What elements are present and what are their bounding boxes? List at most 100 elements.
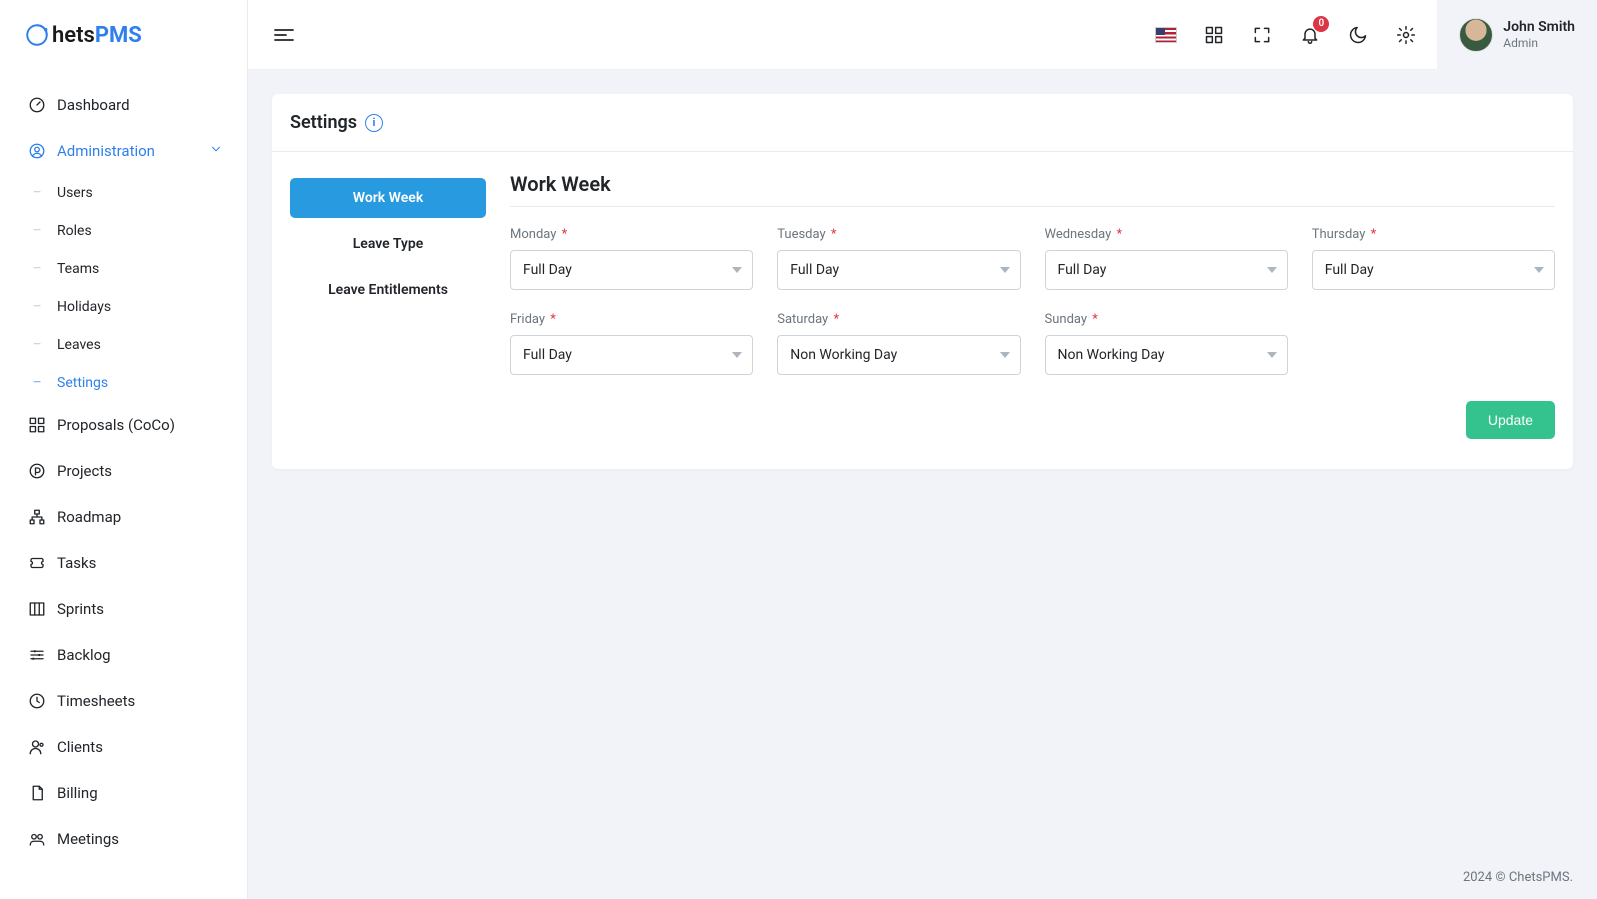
tab-label: Leave Type [353, 236, 424, 252]
notifications-button[interactable]: 0 [1299, 24, 1321, 46]
sidebar-sub-settings[interactable]: – Settings [0, 364, 247, 402]
brand-suffix: PMS [95, 23, 142, 48]
sidebar-sub-label: Users [57, 185, 93, 201]
settings-card: Settings i Work Week Leave Type Leave En… [272, 94, 1573, 469]
select-saturday[interactable]: Non Working Day [777, 335, 1020, 375]
work-week-panel: Work Week Monday * Full Day [510, 172, 1555, 439]
brand-mid: hets [52, 23, 95, 48]
required-mark: * [1371, 227, 1377, 242]
p-circle-icon [27, 462, 47, 480]
sidebar-sub-label: Roles [57, 223, 92, 239]
sidebar-item-timesheets[interactable]: Timesheets [0, 678, 247, 724]
select-value: Full Day [790, 262, 839, 278]
sidebar-item-backlog[interactable]: Backlog [0, 632, 247, 678]
sidebar-item-roadmap[interactable]: Roadmap [0, 494, 247, 540]
sidebar-sub-users[interactable]: – Users [0, 174, 247, 212]
required-mark: * [833, 312, 839, 327]
info-icon[interactable]: i [365, 114, 383, 132]
main-column: 0 John Smith Admin Settings [248, 0, 1597, 899]
sidebar-item-label: Timesheets [57, 692, 223, 710]
sidebar-item-meetings[interactable]: Meetings [0, 816, 247, 862]
field-wednesday: Wednesday * Full Day [1045, 227, 1288, 290]
sidebar-item-label: Billing [57, 784, 223, 802]
content-area: Settings i Work Week Leave Type Leave En… [248, 70, 1597, 899]
sidebar-sub-label: Holidays [57, 299, 111, 315]
sidebar-sub-teams[interactable]: – Teams [0, 250, 247, 288]
tab-work-week[interactable]: Work Week [290, 178, 486, 218]
chevron-down-icon [209, 142, 223, 160]
field-tuesday: Tuesday * Full Day [777, 227, 1020, 290]
sidebar-sub-holidays[interactable]: – Holidays [0, 288, 247, 326]
sliders-icon [27, 646, 47, 664]
select-friday[interactable]: Full Day [510, 335, 753, 375]
button-label: Update [1488, 412, 1533, 428]
user-icon [27, 738, 47, 756]
topbar: 0 John Smith Admin [248, 0, 1597, 70]
tab-leave-type[interactable]: Leave Type [290, 224, 486, 264]
select-sunday[interactable]: Non Working Day [1045, 335, 1288, 375]
logo-mark-icon [24, 22, 50, 48]
required-mark: * [562, 227, 568, 242]
required-mark: * [550, 312, 556, 327]
update-button[interactable]: Update [1466, 401, 1555, 439]
field-saturday: Saturday * Non Working Day [777, 312, 1020, 375]
user-menu[interactable]: John Smith Admin [1437, 0, 1597, 70]
sidebar-item-tasks[interactable]: Tasks [0, 540, 247, 586]
sidebar-item-projects[interactable]: Projects [0, 448, 247, 494]
sidebar-item-label: Dashboard [57, 96, 223, 114]
columns-icon [27, 600, 47, 618]
card-header: Settings i [272, 94, 1573, 152]
sidebar-item-administration[interactable]: Administration [0, 128, 247, 174]
sidebar-item-dashboard[interactable]: Dashboard [0, 82, 247, 128]
field-monday: Monday * Full Day [510, 227, 753, 290]
select-value: Full Day [1325, 262, 1374, 278]
sidebar-item-clients[interactable]: Clients [0, 724, 247, 770]
sidebar-item-billing[interactable]: Billing [0, 770, 247, 816]
sidebar-sub-label: Teams [57, 261, 99, 277]
brand-logo[interactable]: hetsPMS [0, 0, 247, 70]
sidebar-item-sprints[interactable]: Sprints [0, 586, 247, 632]
panel-actions: Update [510, 401, 1555, 439]
panel-title: Work Week [510, 172, 1555, 196]
file-icon [27, 784, 47, 802]
moon-icon [1348, 25, 1368, 45]
dash-icon: – [27, 261, 47, 277]
select-monday[interactable]: Full Day [510, 250, 753, 290]
user-name: John Smith [1503, 19, 1575, 36]
sidebar-item-label: Clients [57, 738, 223, 756]
dash-icon: – [27, 299, 47, 315]
sidebar-sub-roles[interactable]: – Roles [0, 212, 247, 250]
sidebar-sub-leaves[interactable]: – Leaves [0, 326, 247, 364]
field-label: Friday * [510, 312, 753, 327]
caret-down-icon [1267, 267, 1277, 273]
field-sunday: Sunday * Non Working Day [1045, 312, 1288, 375]
select-tuesday[interactable]: Full Day [777, 250, 1020, 290]
sidebar-item-label: Roadmap [57, 508, 223, 526]
apps-grid-icon [1204, 25, 1224, 45]
people-icon [27, 830, 47, 848]
settings-button[interactable] [1395, 24, 1417, 46]
required-mark: * [1117, 227, 1123, 242]
caret-down-icon [732, 352, 742, 358]
language-button[interactable] [1155, 24, 1177, 46]
tab-leave-entitlements[interactable]: Leave Entitlements [290, 270, 486, 310]
apps-button[interactable] [1203, 24, 1225, 46]
select-thursday[interactable]: Full Day [1312, 250, 1555, 290]
fullscreen-button[interactable] [1251, 24, 1273, 46]
caret-down-icon [1000, 267, 1010, 273]
settings-tabs: Work Week Leave Type Leave Entitlements [290, 178, 486, 439]
menu-toggle-button[interactable] [272, 23, 296, 47]
field-thursday: Thursday * Full Day [1312, 227, 1555, 290]
notification-badge: 0 [1313, 16, 1329, 32]
flag-us-icon [1155, 27, 1177, 43]
sidebar-item-proposals[interactable]: Proposals (CoCo) [0, 402, 247, 448]
footer-text: 2024 © ChetsPMS. [1463, 870, 1573, 885]
required-mark: * [831, 227, 837, 242]
select-wednesday[interactable]: Full Day [1045, 250, 1288, 290]
sidebar-sub-label: Leaves [57, 337, 101, 353]
caret-down-icon [1534, 267, 1544, 273]
user-circle-icon [27, 142, 47, 160]
select-value: Full Day [523, 347, 572, 363]
theme-toggle-button[interactable] [1347, 24, 1369, 46]
sitemap-icon [27, 508, 47, 526]
